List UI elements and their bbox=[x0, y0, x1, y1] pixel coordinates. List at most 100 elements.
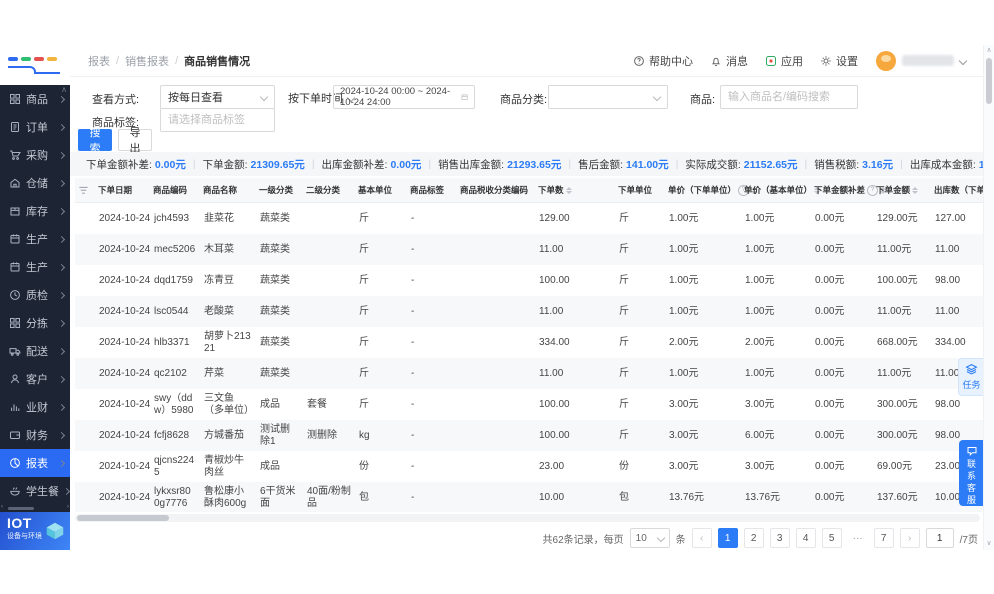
cell: 2024-10-24 bbox=[99, 336, 151, 348]
app-label: 应用 bbox=[781, 55, 803, 68]
next-page-button[interactable]: › bbox=[899, 528, 920, 548]
breadcrumb-reports[interactable]: 报表 bbox=[88, 53, 110, 69]
cell: 40面/粉制品 bbox=[307, 485, 351, 509]
iot-banner[interactable]: IOT 设备与环境 bbox=[0, 512, 70, 550]
summary-item: 出库成本金额:14.83元 bbox=[909, 158, 984, 171]
page-button-4[interactable]: 4 bbox=[795, 528, 816, 548]
vertical-scrollbar[interactable]: ∧ ∨ bbox=[983, 45, 994, 550]
chevron-right-icon bbox=[57, 347, 66, 355]
sidebar-scroll-up-icon[interactable]: ∧ bbox=[61, 85, 67, 95]
sidebar-item-label: 业财 bbox=[26, 402, 48, 414]
cell: 11.00 bbox=[935, 305, 960, 317]
scroll-down-icon[interactable]: ∨ bbox=[984, 539, 994, 549]
contact-support-button[interactable]: 联系客服 bbox=[959, 440, 984, 506]
sort-icon[interactable] bbox=[565, 186, 572, 194]
sidebar-item-biz-finance[interactable]: 业财 bbox=[0, 393, 70, 421]
page-button-2[interactable]: 2 bbox=[743, 528, 764, 548]
sidebar-item-sorting[interactable]: 分拣 bbox=[0, 309, 70, 337]
sidebar-item-student-meal[interactable]: 学生餐 bbox=[0, 477, 71, 505]
cell: 1.00元 bbox=[745, 212, 775, 224]
sidebar-scroll-left-icon[interactable]: ‹ bbox=[1, 504, 3, 510]
sidebar-item-customer[interactable]: 客户 bbox=[0, 365, 70, 393]
cell: 蔬菜类 bbox=[260, 212, 290, 224]
sidebar-item-report[interactable]: 报表 bbox=[0, 449, 70, 477]
export-button[interactable]: 导出 bbox=[118, 127, 152, 155]
column-header-11[interactable]: 单价（下单单位）? bbox=[665, 184, 758, 196]
date-range-picker[interactable]: 2024-10-24 00:00 ~ 2024-10-24 24:00 bbox=[333, 85, 475, 109]
tag-select-input[interactable] bbox=[160, 108, 275, 132]
summary-item: 下单金额: 21309.65元 bbox=[202, 158, 305, 171]
summary-item: 出库金额补差: 0.00元 bbox=[321, 158, 422, 171]
column-header-3: 商品名称 bbox=[203, 185, 238, 195]
sidebar-item-qc[interactable]: 质检 bbox=[0, 281, 70, 309]
cell: 蔬菜类 bbox=[260, 243, 290, 255]
avatar[interactable] bbox=[876, 50, 896, 71]
sidebar-item-warehouse[interactable]: 仓储 bbox=[0, 169, 70, 197]
cell: 0.00元 bbox=[815, 305, 845, 317]
product-search-input[interactable] bbox=[720, 85, 858, 109]
page-button-7[interactable]: 7 bbox=[873, 528, 894, 548]
sidebar-item-purchase[interactable]: 采购 bbox=[0, 141, 70, 169]
cell: 3.00元 bbox=[745, 460, 775, 472]
sidebar-item-orders[interactable]: 订单 bbox=[0, 113, 70, 141]
task-float-button[interactable]: 任务 bbox=[958, 358, 984, 396]
column-header-0[interactable] bbox=[75, 185, 95, 196]
horizontal-scrollbar-thumb[interactable] bbox=[77, 515, 169, 521]
search-button[interactable]: 搜索 bbox=[78, 127, 112, 155]
task-float-label: 任务 bbox=[962, 380, 981, 390]
sort-icon[interactable] bbox=[912, 186, 919, 194]
chart-icon bbox=[9, 401, 21, 413]
contact-support-label-char: 系 bbox=[966, 471, 976, 481]
user-menu[interactable] bbox=[876, 50, 968, 71]
vertical-scrollbar-thumb[interactable] bbox=[986, 58, 992, 104]
date-range-value: 2024-10-24 00:00 ~ 2024-10-24 24:00 bbox=[340, 86, 451, 108]
settings-button[interactable]: 设置 bbox=[820, 53, 858, 69]
message-button[interactable]: 消息 bbox=[710, 53, 748, 69]
sidebar-item-goods[interactable]: 商品 bbox=[0, 85, 70, 113]
sidebar-item-label: 生产 bbox=[26, 234, 48, 246]
category-select[interactable] bbox=[548, 85, 668, 109]
cell: 129.00元 bbox=[877, 212, 918, 224]
cell: 98.00 bbox=[935, 398, 961, 410]
help-button[interactable]: 帮助中心 bbox=[633, 53, 693, 69]
page-button-5[interactable]: 5 bbox=[821, 528, 842, 548]
cell: - bbox=[411, 491, 415, 503]
cell: 蔬菜类 bbox=[260, 336, 290, 348]
chevron-right-icon bbox=[57, 291, 66, 299]
page-jump-input[interactable] bbox=[925, 528, 954, 548]
cell: 测试删除1 bbox=[260, 423, 290, 447]
sidebar-scrollbar-thumb[interactable] bbox=[8, 507, 34, 510]
app-button[interactable]: 应用 bbox=[765, 53, 803, 69]
page-button-1[interactable]: 1 bbox=[717, 528, 738, 548]
chevron-right-icon bbox=[57, 375, 66, 383]
scroll-up-icon[interactable]: ∧ bbox=[984, 46, 994, 56]
sidebar-item-inventory[interactable]: 库存 bbox=[0, 197, 70, 225]
column-header-13[interactable]: 下单金额补差? bbox=[811, 184, 887, 196]
column-header-9[interactable]: 下单数 bbox=[535, 184, 615, 196]
view-mode-select[interactable]: 按每日查看 bbox=[160, 85, 275, 109]
page-button-3[interactable]: 3 bbox=[769, 528, 790, 548]
person-icon bbox=[9, 373, 21, 385]
table-row: 2024-10-24 swy（ddw）5980 三文鱼（多单位） 成品 套餐 斤 - 100.… bbox=[75, 389, 984, 420]
sidebar-item-production-2[interactable]: 生产 bbox=[0, 253, 70, 281]
prev-page-button[interactable]: ‹ bbox=[691, 528, 712, 548]
sidebar-scrollbar[interactable]: ‹ › bbox=[0, 504, 70, 512]
sidebar-scroll-right-icon[interactable]: › bbox=[67, 504, 69, 510]
sidebar-item-finance[interactable]: 财务 bbox=[0, 421, 70, 449]
sidebar-item-delivery[interactable]: 配送 bbox=[0, 337, 70, 365]
column-header-14[interactable]: 下单金额 bbox=[873, 184, 931, 196]
page-size-select[interactable]: 10 bbox=[629, 528, 670, 548]
sidebar-item-label: 采购 bbox=[26, 150, 48, 162]
column-header-12[interactable]: 单价（基本单位） bbox=[741, 184, 821, 196]
chevron-right-icon bbox=[57, 263, 66, 271]
cell: 10.00 bbox=[539, 491, 565, 503]
cell: - bbox=[411, 243, 415, 255]
horizontal-scrollbar[interactable] bbox=[75, 514, 980, 522]
cart-icon bbox=[9, 149, 21, 161]
cell: 2.00元 bbox=[669, 336, 699, 348]
breadcrumb-sales-reports[interactable]: 销售报表 bbox=[125, 53, 169, 69]
cell: 1.00元 bbox=[669, 367, 699, 379]
cell: 0.00元 bbox=[815, 274, 845, 286]
truck-icon bbox=[9, 345, 21, 357]
sidebar-item-production-1[interactable]: 生产 bbox=[0, 225, 70, 253]
